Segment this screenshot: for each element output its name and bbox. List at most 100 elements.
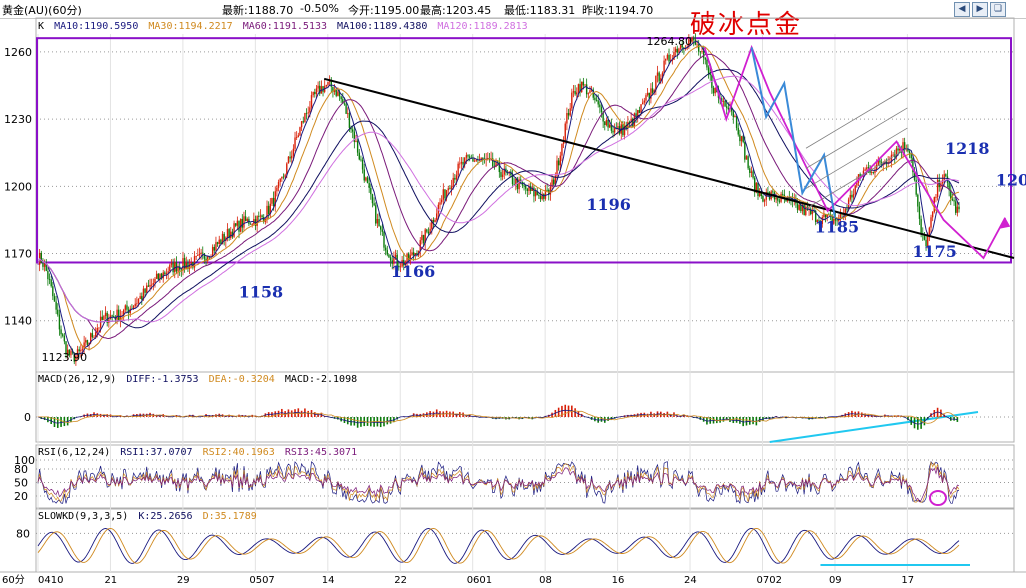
candle-body (849, 194, 851, 200)
candle-body (368, 183, 370, 189)
candle-body (421, 235, 423, 241)
candle-body (852, 194, 855, 198)
candle-body (571, 92, 573, 109)
candle-body (304, 112, 306, 123)
candle-body (287, 156, 290, 164)
candle-body (343, 103, 346, 105)
candle-body (805, 206, 807, 215)
rsi1-value: RSI1:37.0707 (120, 447, 193, 458)
candle-body (373, 203, 375, 206)
x-tick-label: 24 (684, 575, 697, 586)
candle-body (867, 167, 870, 169)
x-tick-label: 0601 (467, 575, 492, 586)
candle-body (386, 250, 388, 255)
kd-y-tick: 80 (16, 527, 30, 540)
candle-body (86, 340, 89, 345)
candle-body (93, 336, 95, 338)
candle-body (297, 135, 300, 138)
candle-body (389, 257, 392, 261)
candle-body (567, 113, 570, 116)
kd-k-value: K:25.2656 (138, 511, 193, 522)
candle-body (314, 91, 316, 95)
candle-body (152, 283, 155, 285)
macd-diff: DIFF:-1.3753 (126, 374, 199, 385)
candle-body (928, 227, 931, 236)
candle-body (473, 160, 476, 162)
candle-body (43, 263, 46, 267)
candle-body (356, 140, 359, 153)
candle-body (918, 206, 921, 219)
candle-body (141, 296, 143, 300)
candle-body (589, 90, 591, 94)
x-tick-label: 0702 (756, 575, 781, 586)
candle-body (599, 104, 601, 108)
x-tick-label: 16 (612, 575, 625, 586)
candle-body (149, 284, 151, 287)
candle-body (739, 134, 741, 142)
candle-body (292, 148, 295, 156)
candle-body (475, 159, 477, 161)
candle-body (101, 316, 103, 320)
candle-body (412, 252, 415, 256)
x-tick-label: 0410 (38, 575, 63, 586)
candle-body (524, 185, 527, 189)
channel-line (805, 147, 908, 210)
candle-body (243, 216, 245, 228)
candle-body (457, 163, 459, 176)
candle-body (955, 201, 957, 213)
candle-body (864, 169, 866, 171)
rsi3-value: RSI3:45.3071 (284, 447, 358, 458)
candle-body (55, 301, 57, 310)
candle-body (930, 217, 932, 228)
candle-body (277, 182, 280, 188)
candle-body (363, 169, 365, 181)
candle-body (98, 327, 100, 329)
candle-body (658, 72, 660, 82)
candle-body (452, 177, 454, 187)
candle-body (358, 152, 360, 160)
candle-body (772, 191, 774, 193)
candle-body (501, 174, 504, 177)
x-tick-label: 0507 (249, 575, 274, 586)
candle-body (651, 88, 654, 93)
candle-body (442, 189, 445, 200)
candle-body (53, 296, 56, 302)
kd-params: SLOWKD(9,3,3,5) (38, 511, 129, 522)
candle-body (347, 113, 349, 115)
candle-body (85, 340, 87, 343)
y-tick-label: 1260 (4, 46, 32, 59)
candle-body (775, 197, 777, 200)
candle-body (526, 188, 529, 191)
candle-body (309, 107, 311, 113)
candle-body (750, 171, 753, 173)
candle-body (643, 100, 646, 103)
x-tick-label: 22 (394, 575, 407, 586)
candle-body (154, 278, 156, 284)
candle-body (737, 127, 739, 135)
channel-line (805, 107, 908, 169)
candle-body (370, 188, 372, 195)
candle-body (638, 110, 641, 113)
candle-body (259, 215, 262, 217)
candle-body (724, 101, 726, 107)
candle-body (449, 188, 451, 190)
candle-body (605, 119, 608, 126)
candle-body (666, 54, 669, 59)
candle-body (732, 111, 734, 118)
candle-body (195, 255, 197, 257)
candle-body (450, 186, 453, 190)
candle-body (305, 112, 308, 114)
candle-body (607, 119, 609, 128)
candle-body (383, 231, 385, 248)
candle-body (215, 242, 217, 251)
candle-body (735, 115, 738, 128)
candle-body (436, 213, 438, 220)
candle-body (897, 148, 899, 151)
candle-body (597, 100, 599, 105)
candle-body (920, 218, 922, 234)
candle-body (279, 178, 281, 183)
candle-body (752, 171, 754, 178)
candle-body (702, 51, 705, 58)
magenta-arrow-head (998, 217, 1011, 229)
macd-params: MACD(26,12,9) (38, 374, 117, 385)
